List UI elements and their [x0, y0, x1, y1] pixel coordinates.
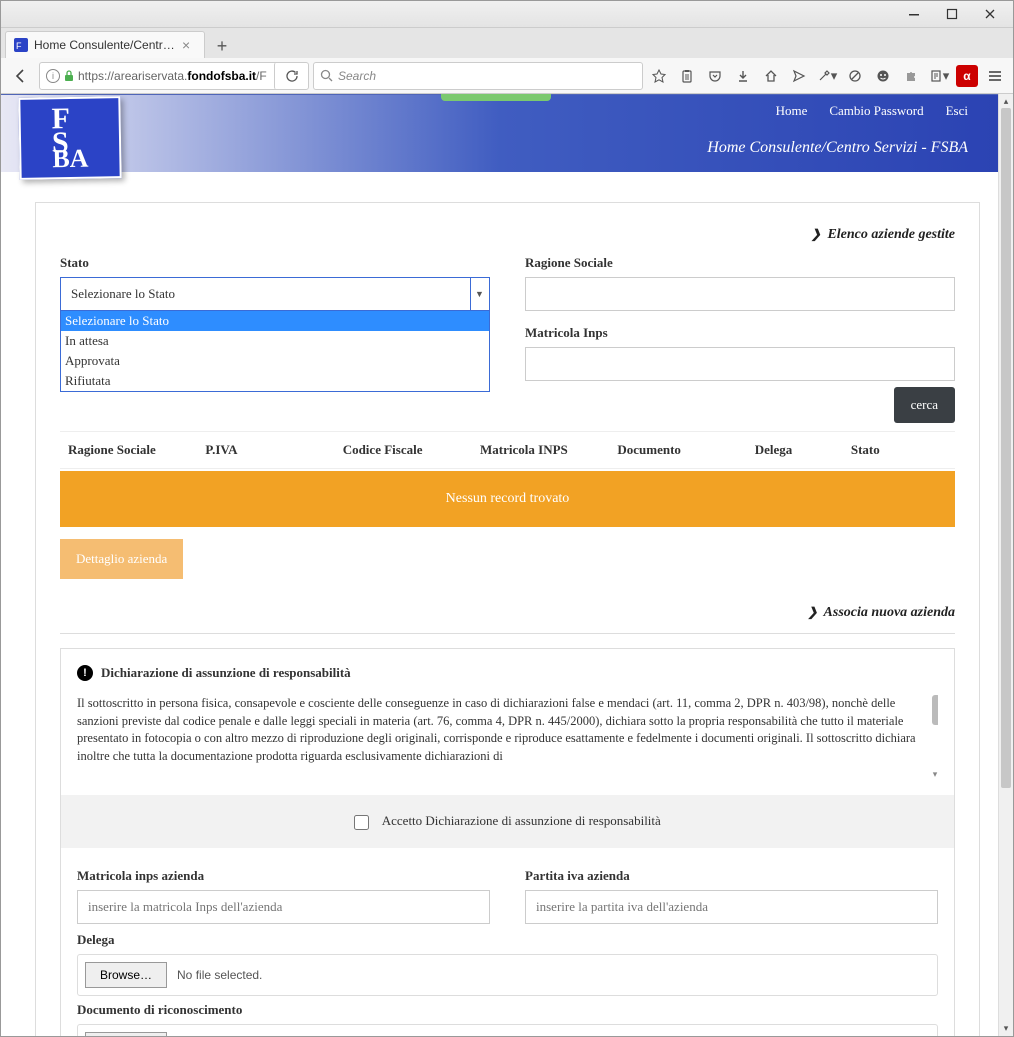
padlock-icon	[64, 70, 74, 82]
window-maximize-button[interactable]	[933, 4, 971, 24]
clipboard-icon[interactable]	[675, 63, 699, 89]
notes-icon[interactable]: ▾	[927, 63, 951, 89]
url-text: https://areariservata.fondofsba.it/F	[78, 69, 270, 83]
tab-close-icon[interactable]: ×	[182, 37, 196, 53]
send-icon[interactable]	[787, 63, 811, 89]
window-close-button[interactable]	[971, 4, 1009, 24]
accept-declaration-row: Accetto Dichiarazione di assunzione di r…	[61, 795, 954, 848]
associa-azienda-heading[interactable]: ❯ Associa nuova azienda	[60, 599, 955, 633]
browser-navbar: i https://areariservata.fondofsba.it/F S…	[1, 58, 1013, 94]
tab-favicon-icon: F	[14, 38, 28, 52]
search-placeholder: Search	[338, 69, 376, 83]
url-bar[interactable]: i https://areariservata.fondofsba.it/F	[39, 62, 309, 90]
stato-option[interactable]: Approvata	[61, 351, 489, 371]
avira-icon[interactable]: α	[955, 63, 979, 89]
piva-azienda-label: Partita iva azienda	[525, 868, 938, 884]
site-logo[interactable]: F S BA	[19, 97, 127, 187]
scroll-down-icon[interactable]: ▾	[930, 769, 938, 777]
elenco-aziende-heading[interactable]: ❯ Elenco aziende gestite	[60, 221, 955, 255]
declaration-title: ! Dichiarazione di assunzione di respons…	[77, 665, 938, 681]
page-title: Home Consulente/Centro Servizi - FSBA	[707, 139, 968, 157]
th-piva: P.IVA	[205, 442, 342, 458]
documento-browse-button[interactable]: Browse…	[85, 1032, 167, 1036]
th-stato: Stato	[851, 442, 947, 458]
select-arrow-icon: ▼	[470, 278, 488, 310]
ragione-sociale-label: Ragione Sociale	[525, 255, 955, 271]
scroll-thumb[interactable]	[932, 695, 938, 725]
matricola-inps-input[interactable]	[525, 347, 955, 381]
th-documento: Documento	[617, 442, 754, 458]
th-codice-fiscale: Codice Fiscale	[343, 442, 480, 458]
puzzle-icon[interactable]	[899, 63, 923, 89]
search-icon	[320, 69, 333, 82]
aziende-table-header: Ragione Sociale P.IVA Codice Fiscale Mat…	[60, 431, 955, 469]
bookmark-star-icon[interactable]	[647, 63, 671, 89]
scroll-down-icon[interactable]: ▾	[999, 1021, 1013, 1036]
accept-declaration-label: Accetto Dichiarazione di assunzione di r…	[382, 813, 661, 828]
green-accent	[441, 94, 551, 101]
delega-label: Delega	[77, 932, 938, 948]
face-icon[interactable]	[871, 63, 895, 89]
new-tab-button[interactable]: +	[209, 34, 235, 58]
nav-change-password-link[interactable]: Cambio Password	[829, 103, 923, 119]
accept-declaration-checkbox[interactable]	[354, 815, 369, 830]
svg-text:F: F	[16, 41, 22, 51]
pocket-icon[interactable]	[703, 63, 727, 89]
documento-label: Documento di riconoscimento	[77, 1002, 938, 1018]
nav-exit-link[interactable]: Esci	[946, 103, 968, 119]
scroll-thumb[interactable]	[1001, 108, 1011, 788]
no-records-message: Nessun record trovato	[60, 471, 955, 527]
matricola-azienda-label: Matricola inps azienda	[77, 868, 490, 884]
th-delega: Delega	[755, 442, 851, 458]
delega-file-status: No file selected.	[177, 968, 262, 982]
nav-home-link[interactable]: Home	[776, 103, 808, 119]
stato-option[interactable]: Rifiutata	[61, 371, 489, 391]
matricola-azienda-input[interactable]	[77, 890, 490, 924]
browser-tabs: F Home Consulente/Centro... × +	[1, 28, 1013, 58]
hamburger-menu-icon[interactable]	[983, 63, 1007, 89]
stato-option[interactable]: Selezionare lo Stato	[61, 311, 489, 331]
stato-dropdown: Selezionare lo Stato In attesa Approvata…	[60, 311, 490, 392]
chevron-down-icon: ❯	[811, 227, 821, 241]
site-header: Home Cambio Password Esci Home Consulent…	[1, 94, 998, 172]
scroll-up-icon[interactable]: ▴	[999, 94, 1013, 109]
warning-icon: !	[77, 665, 93, 681]
tab-title: Home Consulente/Centro...	[34, 38, 176, 52]
matricola-inps-label: Matricola Inps	[525, 325, 955, 341]
stato-option[interactable]: In attesa	[61, 331, 489, 351]
reload-button[interactable]	[274, 62, 302, 90]
ragione-sociale-input[interactable]	[525, 277, 955, 311]
delega-file-row: Browse… No file selected.	[77, 954, 938, 996]
delega-browse-button[interactable]: Browse…	[85, 962, 167, 988]
page-scrollbar[interactable]: ▴ ▾	[998, 94, 1013, 1036]
declaration-panel: ! Dichiarazione di assunzione di respons…	[60, 648, 955, 1036]
page-viewport: Home Cambio Password Esci Home Consulent…	[1, 94, 1013, 1036]
browser-tab-active[interactable]: F Home Consulente/Centro... ×	[5, 31, 205, 58]
back-button[interactable]	[7, 62, 35, 90]
th-matricola-inps: Matricola INPS	[480, 442, 617, 458]
download-icon[interactable]	[731, 63, 755, 89]
stato-label: Stato	[60, 255, 490, 271]
stato-select[interactable]: Selezionare lo Stato ▼	[60, 277, 490, 311]
documento-file-row: Browse… No file selected.	[77, 1024, 938, 1036]
cerca-button[interactable]: cerca	[894, 387, 955, 423]
declaration-text[interactable]: Il sottoscritto in persona fisica, consa…	[77, 695, 938, 777]
piva-azienda-input[interactable]	[525, 890, 938, 924]
site-info-icon[interactable]: i	[46, 69, 60, 83]
elenco-aziende-panel: ❯ Elenco aziende gestite Stato Seleziona…	[35, 202, 980, 1036]
window-minimize-button[interactable]	[895, 4, 933, 24]
stato-select-value: Selezionare lo Stato	[71, 286, 175, 302]
th-ragione-sociale: Ragione Sociale	[68, 442, 205, 458]
dettaglio-azienda-button[interactable]: Dettaglio azienda	[60, 539, 183, 579]
declaration-scrollbar[interactable]: ▴ ▾	[930, 695, 938, 777]
search-box[interactable]: Search	[313, 62, 643, 90]
nohup-icon[interactable]	[843, 63, 867, 89]
home-icon[interactable]	[759, 63, 783, 89]
chevron-down-icon: ❯	[807, 605, 817, 619]
window-titlebar	[1, 1, 1013, 28]
dropper-icon[interactable]: ▾	[815, 63, 839, 89]
